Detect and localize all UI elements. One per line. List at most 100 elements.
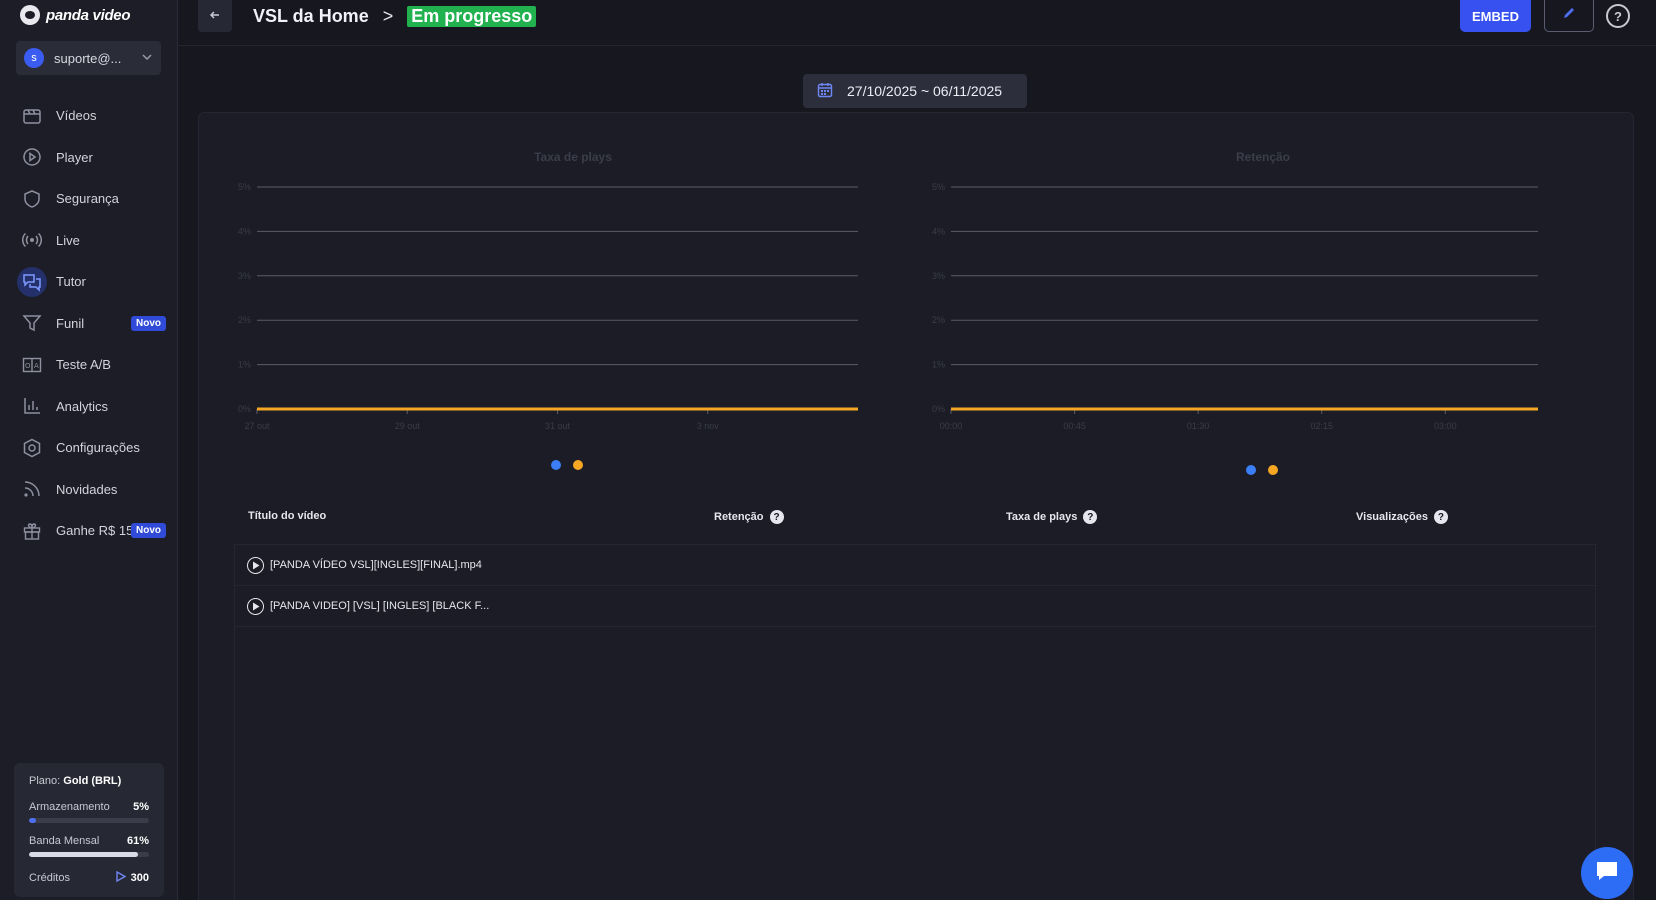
edit-button[interactable] xyxy=(1544,0,1594,32)
date-range-text: 27/10/2025 ~ 06/11/2025 xyxy=(847,83,1003,99)
chart-legend xyxy=(551,460,583,470)
column-views[interactable]: Visualizações? xyxy=(1356,510,1448,524)
play-icon[interactable] xyxy=(247,556,264,574)
sidebar-item-teste-a-b[interactable]: OA Teste A/B xyxy=(0,344,178,386)
storage-bar-fill xyxy=(29,818,37,823)
page-title[interactable]: VSL da Home xyxy=(253,6,369,27)
legend-dot[interactable] xyxy=(1246,465,1256,475)
chat-bubbles-icon xyxy=(17,266,47,297)
sidebar: panda video s suporte@... Vídeos Player … xyxy=(0,0,178,900)
credits-label: Créditos xyxy=(29,872,70,884)
table-header: Título do vídeo Retenção? Taxa de plays?… xyxy=(248,510,1588,540)
y-tick-label: 0% xyxy=(238,404,251,414)
help-icon[interactable]: ? xyxy=(769,510,784,524)
sidebar-item-label: Novidades xyxy=(56,481,118,497)
column-play-rate[interactable]: Taxa de plays? xyxy=(1006,510,1098,524)
column-label: Visualizações xyxy=(1356,511,1428,523)
credits-value: 300 xyxy=(130,872,149,884)
date-range-picker[interactable]: 27/10/2025 ~ 06/11/2025 xyxy=(803,74,1027,108)
sidebar-item-v-deos[interactable]: Vídeos xyxy=(0,95,178,137)
x-tick-label: 3 nov xyxy=(697,421,720,431)
sidebar-item-seguran-a[interactable]: Segurança xyxy=(0,178,178,220)
breadcrumb: VSL da Home > Em progresso xyxy=(253,6,537,27)
column-label: Título do vídeo xyxy=(248,510,327,522)
video-title: [PANDA VIDEO] [VSL] [INGLES] [BLACK F... xyxy=(270,600,490,612)
sidebar-item-novidades[interactable]: Novidades xyxy=(0,469,178,511)
film-icon xyxy=(22,106,42,126)
sidebar-item-tutor[interactable]: Tutor xyxy=(0,261,178,303)
sidebar-item-live[interactable]: Live xyxy=(0,220,178,262)
plan-card: Plano: Gold (BRL) Armazenamento 5% Banda… xyxy=(14,763,164,897)
x-tick-label: 03:00 xyxy=(1434,421,1457,431)
gear-icon xyxy=(22,438,42,458)
logo-text: panda video xyxy=(46,6,131,24)
chart-legend xyxy=(1246,465,1278,475)
sidebar-item-funil[interactable]: Funil Novo xyxy=(0,303,178,345)
retention-chart: Retenção 5% 4% 3% 2% 1% 0% 00:00 00:45 01:30 02:1… xyxy=(923,150,1603,485)
sidebar-item-label: Live xyxy=(56,232,80,248)
help-icon[interactable]: ? xyxy=(1433,510,1448,524)
sidebar-item-analytics[interactable]: Analytics xyxy=(0,386,178,428)
y-tick-label: 4% xyxy=(932,226,945,236)
sidebar-item-configura-es[interactable]: Configurações xyxy=(0,427,178,469)
bandwidth-label: Banda Mensal xyxy=(29,835,100,847)
column-title[interactable]: Título do vídeo xyxy=(248,510,326,522)
bandwidth-row: Banda Mensal 61% xyxy=(29,835,149,847)
logo[interactable]: panda video xyxy=(20,5,131,25)
credits-value-wrap: 300 xyxy=(115,870,149,885)
sidebar-item-ganhe-r-150[interactable]: Ganhe R$ 150 Novo xyxy=(0,510,178,552)
table-row[interactable]: [PANDA VIDEO] [VSL] [INGLES] [BLACK F... xyxy=(235,586,1595,627)
embed-button[interactable]: EMBED xyxy=(1460,0,1531,32)
chat-icon xyxy=(1594,859,1620,888)
ab-test-icon: OA xyxy=(22,355,42,375)
new-badge: Novo xyxy=(131,523,166,539)
x-tick-label: 02:15 xyxy=(1310,421,1333,431)
account-switcher[interactable]: s suporte@... xyxy=(16,41,161,75)
retention-plot: 5% 4% 3% 2% 1% 0% 00:00 00:45 01:30 02:15 03:00 xyxy=(932,182,1538,431)
back-button[interactable] xyxy=(198,0,232,32)
play-icon[interactable] xyxy=(247,597,264,615)
bandwidth-percent: 61% xyxy=(126,835,149,847)
plan-name: Gold (BRL) xyxy=(63,775,122,787)
plays-rate-plot: 5% 4% 3% 2% 1% 0% 27 out 29 out 31 out 3 nov xyxy=(238,182,858,431)
account-name: suporte@... xyxy=(54,50,122,66)
legend-dot[interactable] xyxy=(551,460,561,470)
y-tick-label: 0% xyxy=(932,404,945,414)
storage-row: Armazenamento 5% xyxy=(29,801,149,813)
breadcrumb-separator: > xyxy=(382,6,394,26)
sidebar-item-player[interactable]: Player xyxy=(0,137,178,179)
broadcast-icon xyxy=(22,230,42,250)
table-row[interactable]: [PANDA VÍDEO VSL][INGLES][FINAL].mp4 xyxy=(235,545,1595,586)
bandwidth-bar-fill xyxy=(29,852,139,857)
chat-support-button[interactable] xyxy=(1581,847,1633,899)
funnel-icon xyxy=(22,313,42,333)
sidebar-item-label: Analytics xyxy=(56,398,109,414)
column-label: Taxa de plays xyxy=(1006,511,1078,523)
help-icon[interactable]: ? xyxy=(1083,510,1098,524)
plan-line: Plano: Gold (BRL) xyxy=(29,775,149,787)
sidebar-item-label: Player xyxy=(56,149,93,165)
svg-text:O: O xyxy=(25,362,31,370)
y-tick-label: 2% xyxy=(238,315,251,325)
arrow-left-icon xyxy=(209,8,221,24)
video-title: [PANDA VÍDEO VSL][INGLES][FINAL].mp4 xyxy=(270,559,482,571)
plays-rate-chart: Taxa de plays 5% 4% 3% 2% 1% 0% 27 out 29 out 31… xyxy=(228,150,918,480)
x-tick-label: 31 out xyxy=(545,421,571,431)
storage-percent: 5% xyxy=(133,801,149,813)
sidebar-item-label: Segurança xyxy=(56,191,119,207)
calendar-icon xyxy=(817,82,833,101)
sidebar-item-label: Ganhe R$ 150 xyxy=(56,523,141,539)
pencil-icon xyxy=(1561,5,1577,26)
help-button[interactable]: ? xyxy=(1606,4,1630,28)
column-retention[interactable]: Retenção? xyxy=(714,510,784,524)
x-tick-label: 01:30 xyxy=(1187,421,1210,431)
chevron-down-icon xyxy=(141,51,153,66)
y-tick-label: 3% xyxy=(238,271,251,281)
sidebar-item-label: Funil xyxy=(56,315,85,331)
storage-label: Armazenamento xyxy=(29,801,110,813)
sidebar-item-label: Configurações xyxy=(56,440,140,456)
y-tick-label: 4% xyxy=(238,226,251,236)
legend-dot[interactable] xyxy=(573,460,583,470)
play-circle-icon xyxy=(22,147,42,167)
legend-dot[interactable] xyxy=(1268,465,1278,475)
